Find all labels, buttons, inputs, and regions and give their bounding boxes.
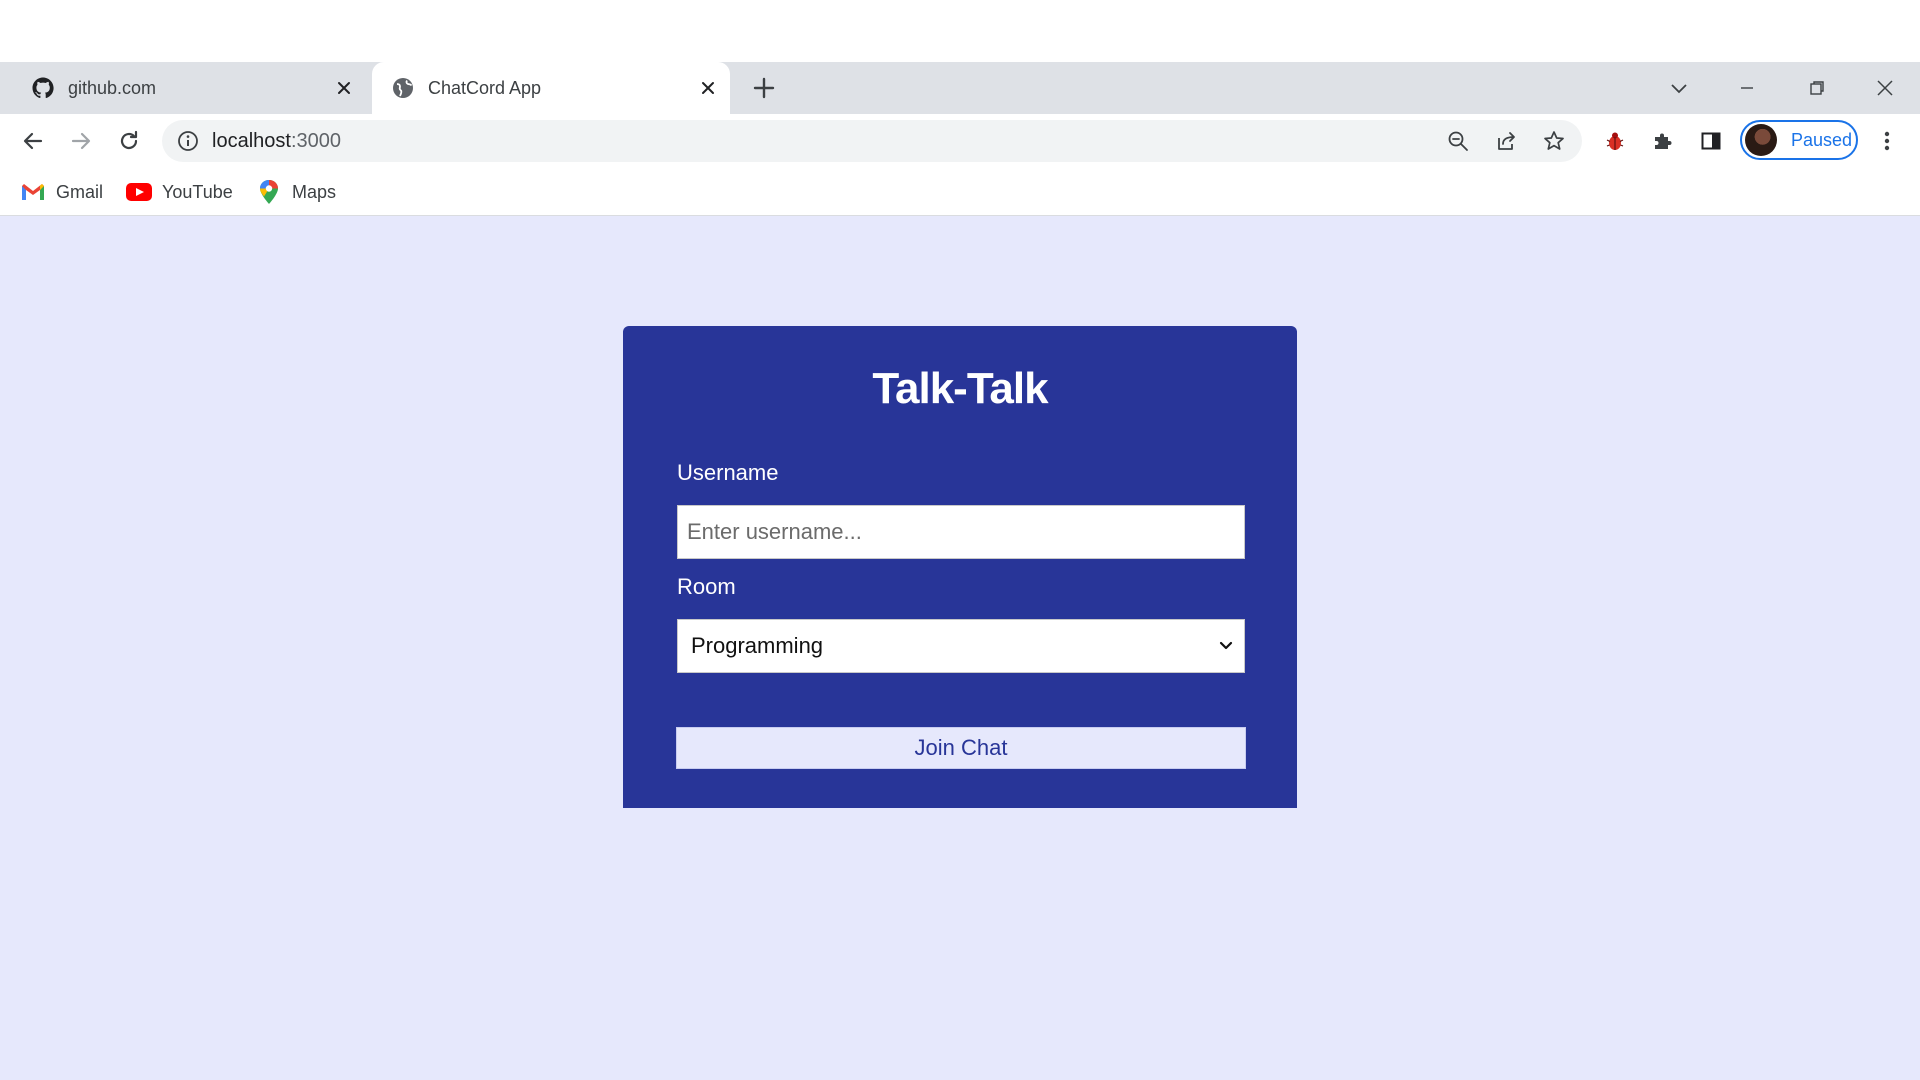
- bookmarks-bar: Gmail YouTube Maps: [0, 168, 1920, 216]
- side-panel-icon[interactable]: [1694, 124, 1728, 158]
- forward-arrow-icon[interactable]: [62, 122, 100, 160]
- url-port: :3000: [290, 130, 341, 152]
- join-card: Talk-Talk Username Room Programming Join…: [623, 326, 1297, 808]
- bookmark-gmail[interactable]: Gmail: [20, 178, 103, 206]
- app-title: Talk-Talk: [872, 364, 1048, 413]
- minimize-icon[interactable]: [1714, 62, 1780, 114]
- username-label: Username: [677, 460, 779, 485]
- tab-github[interactable]: github.com: [0, 62, 366, 114]
- bookmark-maps[interactable]: Maps: [256, 178, 336, 206]
- join-chat-button[interactable]: Join Chat: [676, 727, 1246, 769]
- back-arrow-icon[interactable]: [14, 122, 52, 160]
- zoom-icon[interactable]: [1444, 127, 1472, 155]
- room-select[interactable]: Programming: [677, 619, 1245, 673]
- room-selected-value: Programming: [691, 633, 824, 658]
- reload-icon[interactable]: [110, 122, 148, 160]
- username-input[interactable]: [677, 505, 1245, 559]
- profile-button[interactable]: Paused: [1740, 120, 1858, 160]
- github-icon: [30, 75, 56, 101]
- close-window-icon[interactable]: [1852, 62, 1918, 114]
- menu-dots-icon[interactable]: [1870, 124, 1904, 158]
- bookmark-youtube[interactable]: YouTube: [126, 178, 233, 206]
- profile-status: Paused: [1791, 129, 1853, 150]
- globe-icon: [390, 75, 416, 101]
- tab-search-chevron-icon[interactable]: [1646, 62, 1712, 114]
- tab-title: ChatCord App: [428, 77, 542, 98]
- room-label: Room: [677, 574, 736, 599]
- tab-close-icon[interactable]: [330, 74, 358, 102]
- page-content: Talk-Talk Username Room Programming Join…: [0, 216, 1920, 1080]
- gmail-icon: [20, 179, 46, 205]
- bookmark-label: YouTube: [162, 181, 233, 202]
- extensions-puzzle-icon[interactable]: [1646, 124, 1680, 158]
- bookmark-star-icon[interactable]: [1540, 127, 1568, 155]
- share-icon[interactable]: [1492, 127, 1520, 155]
- window-top-strip: [0, 0, 1920, 62]
- tab-close-icon[interactable]: [694, 74, 722, 102]
- tab-bar: github.com ChatCord App: [0, 62, 1920, 114]
- bookmark-label: Maps: [292, 181, 337, 202]
- maps-icon: [256, 179, 282, 205]
- url-host: localhost: [212, 130, 291, 152]
- chevron-down-icon: [1216, 636, 1236, 656]
- bookmark-label: Gmail: [56, 181, 104, 202]
- bug-extension-icon[interactable]: [1598, 124, 1632, 158]
- avatar: [1745, 124, 1777, 156]
- restore-icon[interactable]: [1784, 62, 1850, 114]
- youtube-icon: [126, 179, 152, 205]
- site-info-icon[interactable]: [176, 129, 200, 153]
- new-tab-icon[interactable]: [748, 72, 780, 104]
- tab-chatcord[interactable]: ChatCord App: [372, 62, 730, 114]
- browser-toolbar: localhost:3000 Paused: [0, 114, 1920, 168]
- tab-title: github.com: [68, 77, 157, 98]
- address-bar[interactable]: localhost:3000: [162, 120, 1582, 162]
- url-text[interactable]: localhost:3000: [212, 130, 341, 153]
